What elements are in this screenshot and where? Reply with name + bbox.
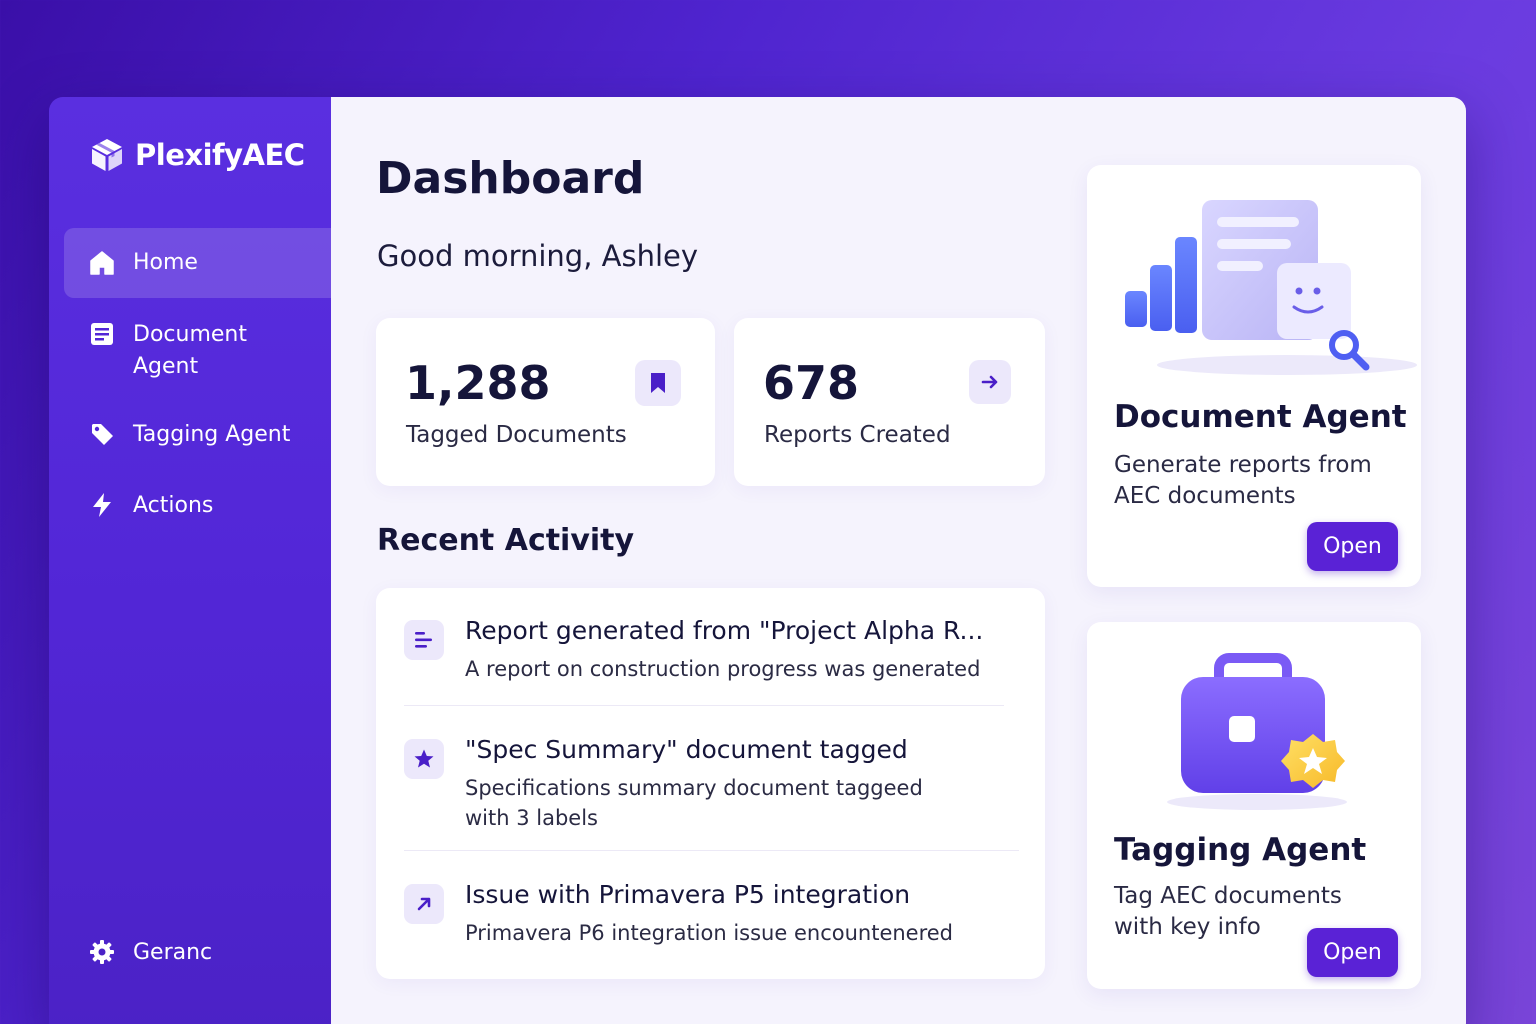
brand-name: PlexifyAEC	[135, 138, 305, 172]
sidebar-item-label: Geranc	[133, 940, 213, 965]
briefcase-star-illustration	[1167, 653, 1347, 810]
lightning-icon	[93, 493, 111, 517]
recent-activity-list: Report generated from "Project Alpha R..…	[376, 588, 1045, 979]
activity-title: Report generated from "Project Alpha R..…	[465, 616, 984, 645]
activity-description: Primavera P6 integration issue encounten…	[465, 921, 954, 945]
activity-title: "Spec Summary" document tagged	[465, 735, 908, 764]
activity-description: A report on construction progress was ge…	[465, 657, 981, 681]
list-item[interactable]: Issue with Primavera P5 integration Prim…	[404, 880, 1016, 950]
brand[interactable]: PlexifyAEC	[89, 137, 305, 173]
tag-icon	[92, 424, 113, 445]
sidebar-item-tagging-agent[interactable]: Tagging Agent	[64, 419, 331, 451]
sidebar-item-actions[interactable]: Actions	[64, 490, 331, 522]
stat-label: Tagged Documents	[406, 422, 627, 448]
activity-title: Issue with Primavera P5 integration	[465, 880, 911, 909]
sidebar-item-home[interactable]: Home	[64, 228, 331, 298]
list-item[interactable]: "Spec Summary" document tagged Specifica…	[404, 735, 1016, 835]
stat-label: Reports Created	[764, 422, 951, 448]
stat-icon-button[interactable]	[635, 360, 681, 406]
page-title: Dashboard	[376, 153, 645, 204]
list-icon	[404, 620, 444, 660]
arrow-right-icon	[981, 375, 998, 389]
arrow-up-right-icon	[404, 884, 444, 924]
agent-title: Tagging Agent	[1114, 832, 1367, 868]
report-chart-illustration	[1125, 200, 1417, 375]
app-window: PlexifyAEC Home Document Agent Tagging A…	[49, 97, 1466, 1024]
gear-icon	[90, 940, 114, 964]
sidebar-item-label: Home	[133, 250, 198, 275]
home-icon	[90, 251, 114, 275]
sidebar-item-label: Document Agent	[133, 322, 247, 379]
sidebar: PlexifyAEC Home Document Agent Tagging A…	[49, 97, 331, 1024]
open-tagging-agent-button[interactable]: Open	[1307, 928, 1398, 977]
open-document-agent-button[interactable]: Open	[1307, 522, 1398, 571]
stat-card-reports-created[interactable]: 678 Reports Created	[734, 318, 1045, 486]
section-title-recent-activity: Recent Activity	[377, 523, 635, 558]
stat-value: 1,288	[405, 356, 551, 410]
sidebar-item-settings[interactable]: Geranc	[64, 937, 331, 969]
cube-icon	[92, 139, 122, 171]
star-icon	[404, 739, 444, 779]
stat-icon-button[interactable]	[969, 360, 1011, 404]
sidebar-item-label: Tagging Agent	[133, 422, 291, 447]
divider	[404, 850, 1019, 851]
main-content: Dashboard Good morning, Ashley 1,288 Tag…	[331, 97, 1466, 1024]
agent-title: Document Agent	[1114, 399, 1407, 435]
sidebar-item-document-agent[interactable]: Document Agent	[64, 319, 331, 383]
document-icon	[91, 323, 113, 345]
stat-card-tagged-documents[interactable]: 1,288 Tagged Documents	[376, 318, 715, 486]
list-item[interactable]: Report generated from "Project Alpha R..…	[404, 616, 1016, 706]
activity-description: Specifications summary document taggeed …	[465, 776, 923, 830]
agent-card-tagging-agent: Tagging Agent Tag AEC documents with key…	[1087, 622, 1421, 989]
greeting: Good morning, Ashley	[377, 239, 699, 273]
agent-card-document-agent: Document Agent Generate reports from AEC…	[1087, 165, 1421, 587]
stat-value: 678	[763, 356, 860, 410]
sidebar-item-label: Actions	[133, 493, 214, 518]
agent-description: Generate reports from AEC documents	[1114, 452, 1372, 509]
divider	[404, 705, 1004, 706]
bookmark-icon	[651, 373, 665, 393]
